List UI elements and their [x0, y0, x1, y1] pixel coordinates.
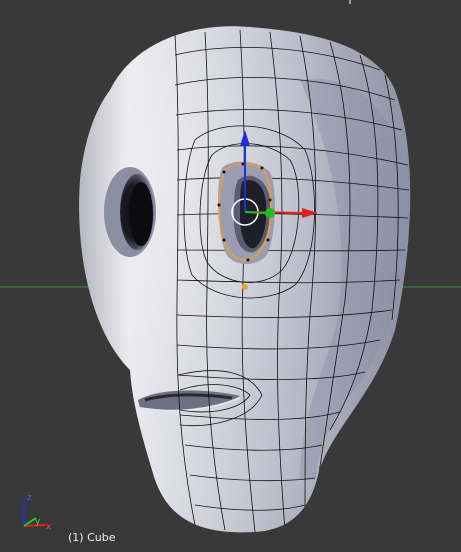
axis-widget-y-label: y [35, 517, 41, 527]
head-mesh[interactable] [79, 26, 411, 533]
axis-widget-z-label: z [27, 493, 32, 503]
active-object-label: (1) Cube [68, 531, 116, 544]
gizmo-y-axis[interactable] [244, 211, 266, 214]
axis-widget: z y x [23, 493, 52, 532]
left-eye-socket [104, 167, 156, 257]
gizmo-y-handle[interactable] [265, 208, 275, 218]
viewport-canvas[interactable]: z y x [0, 0, 461, 552]
axis-widget-x-label: x [46, 522, 52, 532]
object-origin-dot [242, 284, 248, 290]
3d-viewport[interactable]: z y x (1) Cube [0, 0, 461, 552]
